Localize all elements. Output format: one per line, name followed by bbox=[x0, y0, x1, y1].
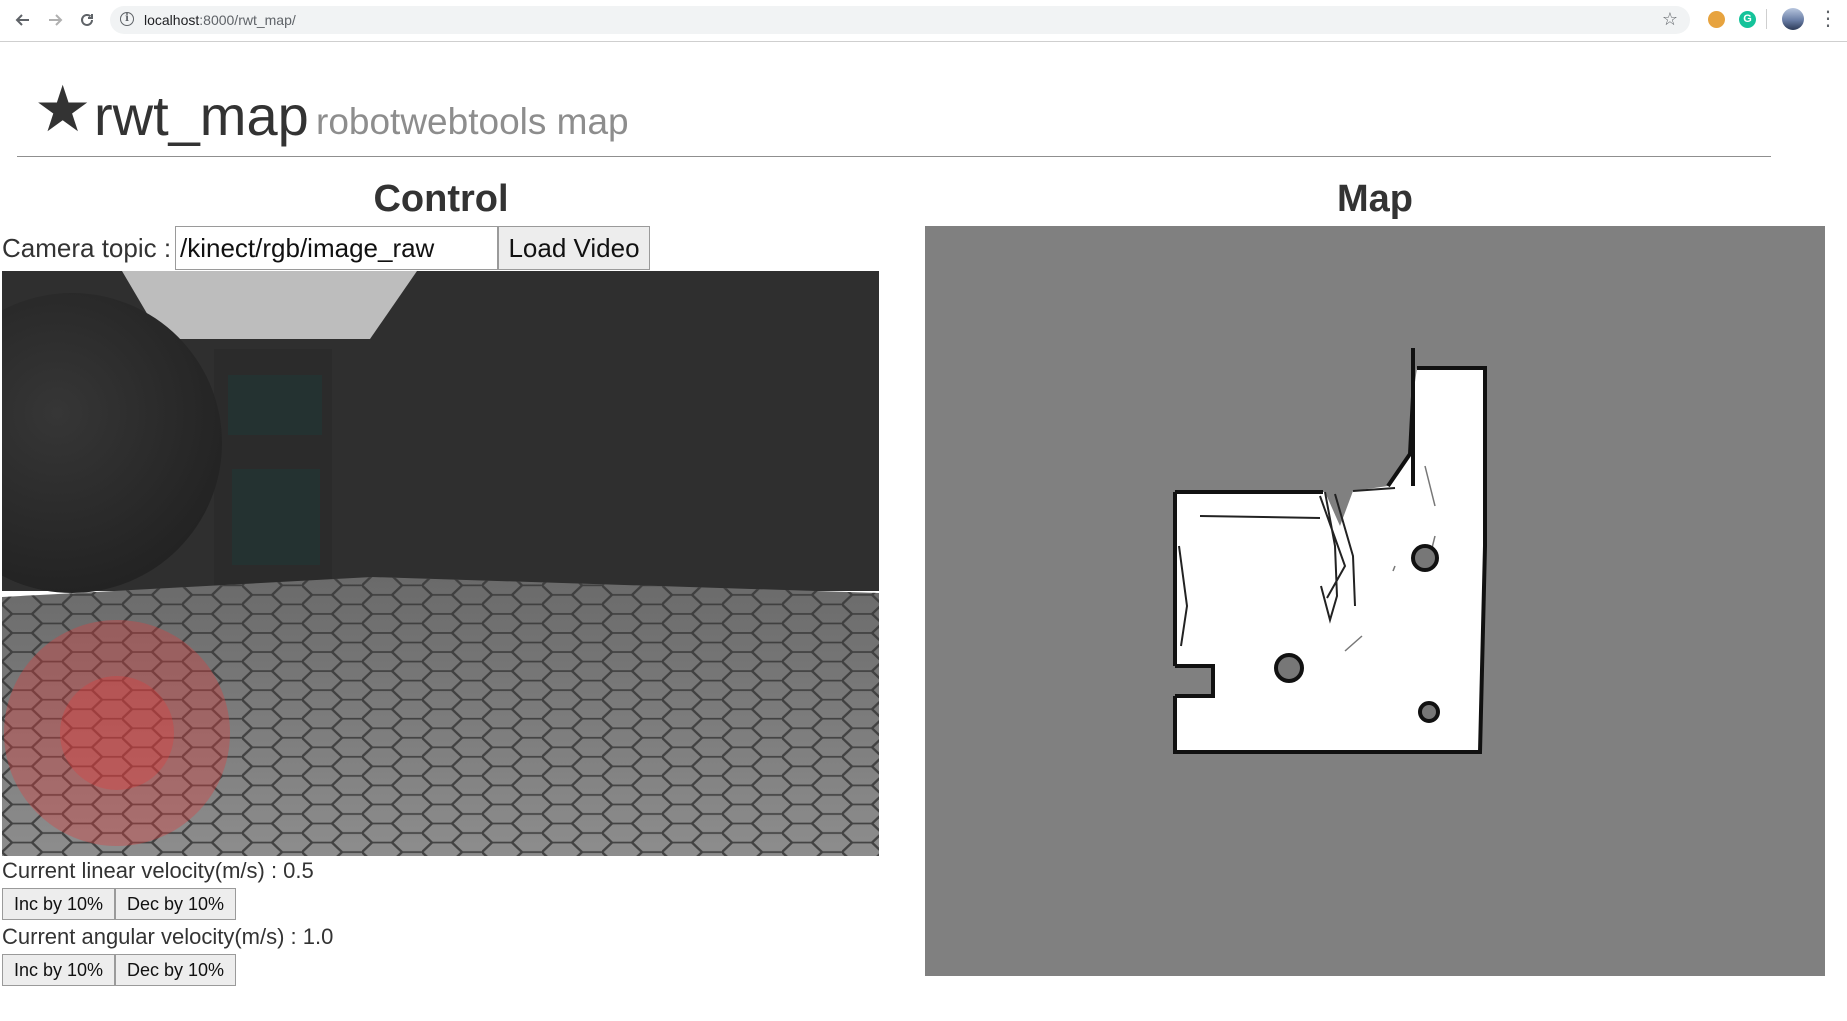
browser-toolbar: i localhost:8000/rwt_map/ ☆ G ⋮ bbox=[0, 0, 1847, 42]
address-url: localhost:8000/rwt_map/ bbox=[144, 12, 296, 28]
load-video-button[interactable]: Load Video bbox=[498, 226, 650, 270]
reload-icon[interactable] bbox=[76, 9, 98, 31]
star-icon: ★ bbox=[34, 73, 92, 145]
angular-inc-button[interactable]: Inc by 10% bbox=[2, 954, 115, 986]
linear-velocity-label: Current linear velocity(m/s) : 0.5 bbox=[2, 858, 314, 883]
map-pillar bbox=[1274, 653, 1304, 683]
info-icon[interactable]: i bbox=[120, 12, 134, 26]
angular-velocity-label: Current angular velocity(m/s) : 1.0 bbox=[2, 924, 334, 949]
kebab-menu-icon[interactable]: ⋮ bbox=[1818, 8, 1838, 30]
bookmark-star-icon[interactable]: ☆ bbox=[1662, 9, 1678, 30]
grammarly-extension-icon[interactable]: G bbox=[1739, 11, 1756, 28]
url-path: :8000/rwt_map/ bbox=[199, 12, 296, 28]
page-subtitle: robotwebtools map bbox=[316, 101, 629, 142]
camera-video-feed bbox=[2, 271, 879, 856]
toolbar-divider bbox=[1766, 9, 1767, 29]
control-heading: Control bbox=[373, 178, 509, 220]
map-pillar bbox=[1418, 701, 1440, 723]
address-bar[interactable]: i localhost:8000/rwt_map/ ☆ bbox=[110, 6, 1690, 34]
back-arrow-icon[interactable] bbox=[12, 9, 34, 31]
profile-avatar-icon[interactable] bbox=[1782, 8, 1804, 30]
camera-topic-input[interactable] bbox=[175, 226, 498, 270]
angular-dec-button[interactable]: Dec by 10% bbox=[115, 954, 236, 986]
linear-inc-button[interactable]: Inc by 10% bbox=[2, 888, 115, 920]
url-host: localhost bbox=[144, 12, 200, 28]
joystick-knob[interactable] bbox=[60, 676, 174, 790]
map-pillar bbox=[1411, 544, 1439, 572]
camera-topic-label: Camera topic : bbox=[2, 233, 172, 263]
linear-dec-button[interactable]: Dec by 10% bbox=[115, 888, 236, 920]
occupancy-grid-map[interactable] bbox=[925, 226, 1825, 976]
cookie-extension-icon[interactable] bbox=[1708, 11, 1725, 28]
header-divider bbox=[17, 156, 1771, 157]
page-header: ★ rwt_map robotwebtools map bbox=[34, 70, 1774, 150]
page-title: rwt_map bbox=[94, 84, 309, 147]
forward-arrow-icon[interactable] bbox=[44, 9, 66, 31]
map-heading: Map bbox=[1337, 178, 1413, 220]
